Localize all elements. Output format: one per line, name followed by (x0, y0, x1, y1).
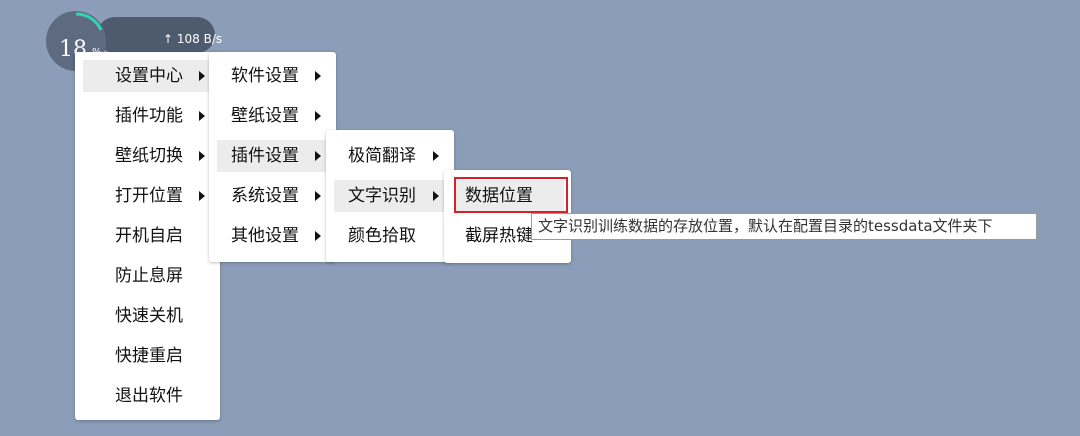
menu-item-autostart[interactable]: 开机自启 (83, 220, 211, 252)
submenu-arrow-icon (433, 191, 439, 201)
submenu-arrow-icon (199, 191, 205, 201)
menu-item-minimal-translate[interactable]: 极简翻译 (334, 140, 446, 172)
menu-item-open-location[interactable]: 打开位置 (83, 180, 211, 212)
menu-item-label: 开机自启 (115, 226, 183, 246)
menu-item-other-settings[interactable]: 其他设置 (217, 220, 328, 252)
submenu-arrow-icon (315, 111, 321, 121)
menu-item-label: 系统设置 (231, 186, 299, 206)
menu-item-label: 快速关机 (115, 306, 183, 326)
menu-item-label: 壁纸切换 (115, 146, 183, 166)
submenu-arrow-icon (315, 191, 321, 201)
upload-arrow-icon: ↑ (163, 32, 174, 46)
menu-item-label: 极简翻译 (348, 146, 416, 166)
tooltip: 文字识别训练数据的存放位置，默认在配置目录的tessdata文件夹下 (531, 213, 1037, 240)
main-context-menu: 设置中心 插件功能 壁纸切换 打开位置 开机自启 防止息屏 快速关机 快捷重启 … (75, 52, 220, 420)
menu-item-wallpaper-settings[interactable]: 壁纸设置 (217, 100, 328, 132)
menu-item-system-settings[interactable]: 系统设置 (217, 180, 328, 212)
menu-item-wallpaper-switch[interactable]: 壁纸切换 (83, 140, 211, 172)
menu-item-label: 防止息屏 (115, 266, 183, 286)
menu-item-label: 颜色拾取 (348, 226, 416, 246)
menu-item-label: 插件功能 (115, 106, 183, 126)
menu-item-quick-shutdown[interactable]: 快速关机 (83, 300, 211, 332)
submenu-arrow-icon (433, 151, 439, 161)
menu-item-label: 插件设置 (231, 146, 299, 166)
plugin-settings-submenu: 极简翻译 文字识别 颜色拾取 (326, 130, 454, 262)
submenu-arrow-icon (199, 71, 205, 81)
menu-item-label: 退出软件 (115, 386, 183, 406)
selection-highlight (454, 177, 568, 213)
menu-item-label: 截屏热键 (465, 226, 533, 246)
menu-item-exit[interactable]: 退出软件 (83, 380, 211, 412)
menu-item-quick-restart[interactable]: 快捷重启 (83, 340, 211, 372)
upload-speed-value: 108 B/s (176, 32, 223, 46)
menu-item-color-picker[interactable]: 颜色拾取 (334, 220, 446, 252)
menu-item-prevent-sleep[interactable]: 防止息屏 (83, 260, 211, 292)
submenu-arrow-icon (315, 71, 321, 81)
menu-item-software-settings[interactable]: 软件设置 (217, 60, 328, 92)
menu-item-settings-center[interactable]: 设置中心 (83, 60, 211, 92)
submenu-arrow-icon (199, 151, 205, 161)
menu-item-label: 设置中心 (115, 66, 183, 86)
submenu-arrow-icon (315, 151, 321, 161)
upload-speed: ↑ 108 B/s (163, 32, 222, 46)
menu-item-label: 打开位置 (115, 186, 183, 206)
menu-item-label: 壁纸设置 (231, 106, 299, 126)
menu-item-label: 文字识别 (348, 186, 416, 206)
menu-item-label: 快捷重启 (115, 346, 183, 366)
menu-item-plugin-functions[interactable]: 插件功能 (83, 100, 211, 132)
settings-center-submenu: 软件设置 壁纸设置 插件设置 系统设置 其他设置 (209, 52, 336, 262)
menu-item-plugin-settings[interactable]: 插件设置 (217, 140, 328, 172)
submenu-arrow-icon (315, 231, 321, 241)
menu-item-text-recognition[interactable]: 文字识别 (334, 180, 446, 212)
submenu-arrow-icon (199, 111, 205, 121)
menu-item-label: 其他设置 (231, 226, 299, 246)
menu-item-label: 软件设置 (231, 66, 299, 86)
